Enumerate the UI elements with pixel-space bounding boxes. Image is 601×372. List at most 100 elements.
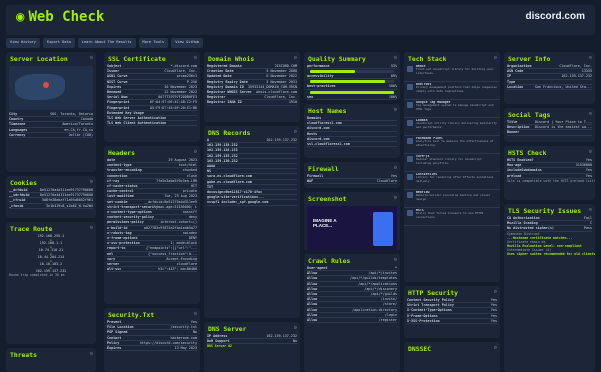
row-key: CA Authorization <box>507 216 540 220</box>
gear-icon[interactable]: ⚙ <box>294 55 297 61</box>
row-key: Max-age <box>507 163 522 168</box>
row-value: close <box>186 173 197 178</box>
row-key: Present <box>107 320 122 324</box>
row-key: x-xss-protection <box>107 241 140 246</box>
gear-icon[interactable]: ⚙ <box>294 129 297 135</box>
tech-item[interactable]: Lodash JavaScript utility library deliver… <box>404 118 500 136</box>
headers-card: Headers ⚙ date 29 August 2023 content-type te… <box>104 146 200 304</box>
export-data-button[interactable]: Export Data <box>42 38 75 48</box>
data-row: Currency Dollar (CAD) <box>9 132 94 139</box>
row-value: P-256 <box>186 79 197 84</box>
tech-text: Facebook Pixel Analytics tool to measure … <box>416 137 497 152</box>
row-value: Yes <box>585 168 592 173</box>
row-value: 162.159.137.232 <box>561 74 592 79</box>
row-value: Yes <box>390 174 397 178</box>
row-value: Discord is the easiest wa... <box>534 125 592 130</box>
view-github-button[interactable]: View GitHub <box>171 38 203 48</box>
metric-row: accessibility 89% <box>307 74 397 80</box>
site-screenshot[interactable]: IMAGINE A PLACE... <box>307 206 397 250</box>
learn-more-button[interactable]: Learn About The Results <box>77 38 136 48</box>
tech-item[interactable]: core-js Modular standard library for Java… <box>404 154 500 172</box>
gear-icon[interactable]: ⚙ <box>194 55 197 61</box>
data-row: Banner <box>507 130 592 136</box>
more-tools-button[interactable]: More Tools <box>138 38 169 48</box>
tech-text: Webflow Website builder providing hosting… <box>416 191 497 206</box>
row-key: Fingerprint <box>107 100 130 105</box>
row-value: interest-cohort=() <box>160 220 197 225</box>
gear-icon[interactable]: ⚙ <box>90 179 93 185</box>
card-rows: City SOS, Toronto, Ontario Country Canada Ti… <box>6 112 96 139</box>
row-value: Yes <box>490 298 497 302</box>
app-logo[interactable]: ◉ Web Check <box>16 9 104 25</box>
gear-icon[interactable]: ⚙ <box>90 225 93 231</box>
gear-icon[interactable]: ⚙ <box>394 257 397 263</box>
tech-item[interactable]: Facebook Pixel Analytics tool to measure … <box>404 136 500 154</box>
row-key: preload <box>507 173 522 178</box>
gear-icon[interactable]: ⚙ <box>194 149 197 155</box>
gear-icon[interactable]: ⚙ <box>494 289 497 295</box>
card-rows: Subject *.discord.com Issuer Cloudflare, In… <box>104 64 200 127</box>
tech-item[interactable]: OneTrust Privacy management platform that… <box>404 82 500 100</box>
tech-logo-icon <box>407 66 413 72</box>
row-key: Extended Key Usage <box>107 110 144 115</box>
tech-logo-icon <box>407 84 413 90</box>
tech-item[interactable]: Webflow Website builder providing hosting… <box>404 190 500 208</box>
tech-item[interactable]: HSTS Policy that forces browsers to use H… <box>404 208 500 226</box>
row-key: Description <box>507 125 530 130</box>
gear-icon[interactable]: ⚙ <box>494 55 497 61</box>
tech-item[interactable]: Google Tag Manager Tag management system … <box>404 100 500 118</box>
metric-row: performance 53% <box>307 64 397 70</box>
tech-text: OneTrust Privacy management platform that… <box>416 83 497 98</box>
card-title: Tech Stack <box>408 55 447 63</box>
tech-item[interactable]: React Front-end JavaScript library for bu… <box>404 64 500 82</box>
row-key: X-Frame-Options <box>407 313 438 318</box>
row-value: /invite/ <box>380 297 397 302</box>
row-value: 5 November 2000 <box>266 69 297 74</box>
row-value: {"endpoints":[{"url":"... <box>145 246 197 251</box>
row-value: /api/*/guilds <box>370 292 397 297</box>
gear-icon[interactable]: ⚙ <box>589 55 592 61</box>
row-key: Currency <box>9 132 26 137</box>
gear-icon[interactable]: ⚙ <box>394 55 397 61</box>
gear-icon[interactable]: ⚙ <box>589 149 592 155</box>
row-key: X-XSS-Protection <box>407 318 440 323</box>
row-key: report-to <box>107 246 126 251</box>
gear-icon[interactable]: ⚙ <box>589 207 592 213</box>
gear-icon[interactable]: ⚙ <box>589 111 592 117</box>
app-title: Web Check <box>28 9 105 25</box>
row-key: connection <box>107 173 128 178</box>
row-key: date <box>107 158 116 162</box>
row-key: Allow <box>307 302 318 307</box>
gear-icon[interactable]: ⚙ <box>394 165 397 171</box>
metric-value: 89% <box>390 74 397 79</box>
gear-icon[interactable]: ⚙ <box>494 345 497 351</box>
gear-icon[interactable]: ⚙ <box>90 55 93 61</box>
row-key: ssl.cloudflaressl.com <box>307 142 350 147</box>
location-map <box>9 66 93 110</box>
card-title: HSTS Check <box>508 149 547 157</box>
card-rows: A 162.159.137.232 162.159.138.232 162.159.1… <box>204 138 300 206</box>
row-key: HSTS Enabled? <box>507 158 534 162</box>
metric-row: best-practices 100% <box>307 84 397 90</box>
row-value: en-CA,fr-CA,iu <box>64 127 93 132</box>
tech-text: Lottiefiles Library for rendering After E… <box>416 173 497 188</box>
gear-icon[interactable]: ⚙ <box>194 311 197 317</box>
gear-icon[interactable]: ⚙ <box>394 107 397 113</box>
row-key: Registry Expiry Date <box>207 79 248 84</box>
row-key: Allow <box>307 292 318 297</box>
tech-item[interactable]: Lottiefiles Library for rendering After E… <box>404 172 500 190</box>
row-key: Content Security Policy <box>407 298 454 302</box>
view-history-button[interactable]: View History <box>6 38 40 48</box>
card-title: DNS Records <box>208 129 251 137</box>
row-key: Expires <box>107 84 122 89</box>
row-key: NIST Curve <box>107 79 128 84</box>
metric-name: performance <box>307 64 330 68</box>
tls-line: Uses cipher suites recommended for old c… <box>507 251 595 256</box>
gear-icon[interactable]: ⚙ <box>90 351 93 357</box>
gear-icon[interactable]: ⚙ <box>294 325 297 331</box>
gear-icon[interactable]: ⚙ <box>394 195 397 201</box>
tls-issues-card: TLS Security Issues ⚙ CA Authorization Fail… <box>504 204 595 372</box>
row-value: Pass <box>583 226 592 231</box>
host-names-card: Host Names ⚙ Domains cloudflaressl.com disco… <box>304 104 400 158</box>
row-value: Dollar (CAD) <box>68 132 94 137</box>
